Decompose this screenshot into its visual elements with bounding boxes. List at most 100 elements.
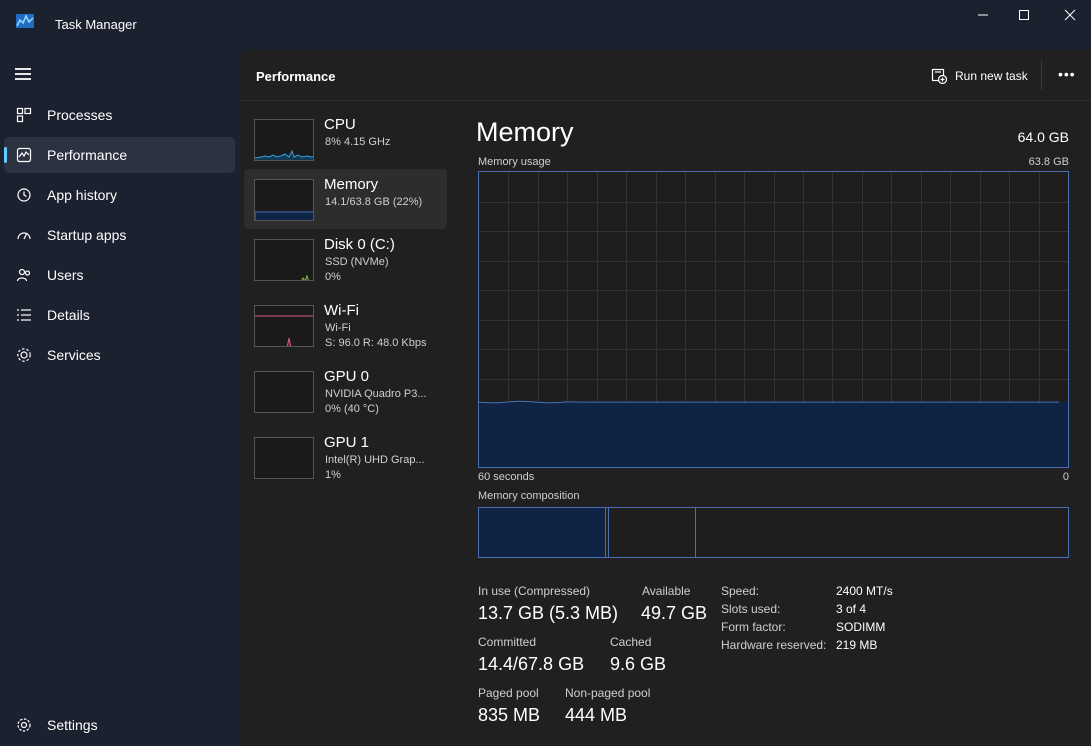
resource-name: Disk 0 (C:) — [324, 236, 395, 253]
nav-item-details[interactable]: Details — [4, 297, 235, 333]
slots-used-value: 3 of 4 — [836, 602, 867, 616]
services-icon — [17, 348, 31, 362]
time-axis-start: 60 seconds — [478, 471, 535, 483]
speed-label: Speed: — [721, 584, 760, 598]
nav-item-performance[interactable]: Performance — [4, 137, 235, 173]
resource-detail: NVIDIA Quadro P3... — [325, 388, 427, 400]
memory-usage-fill — [479, 402, 1068, 467]
form-factor-value: SODIMM — [836, 620, 886, 634]
time-axis-end: 0 — [1062, 471, 1069, 483]
nav-label-app-history: App history — [47, 187, 118, 203]
run-new-task-button[interactable]: Run new task — [931, 64, 1028, 88]
nav-item-startup-apps[interactable]: Startup apps — [4, 217, 235, 253]
resource-item-disk[interactable]: Disk 0 (C:) SSD (NVMe) 0% — [244, 229, 447, 289]
available-value: 49.7 GB — [641, 603, 708, 623]
task-manager-icon — [16, 14, 34, 28]
resource-detail: S: 96.0 R: 48.0 Kbps — [325, 337, 427, 349]
composition-in-use — [479, 508, 606, 557]
resource-detail: 1% — [325, 469, 341, 481]
memory-usage-max: 63.8 GB — [1028, 156, 1069, 168]
processes-icon — [16, 107, 32, 123]
resource-item-cpu[interactable]: CPU 8% 4.15 GHz — [244, 109, 447, 169]
paged-pool-value: 835 MB — [478, 705, 541, 725]
maximize-button[interactable] — [1001, 0, 1047, 30]
committed-label: Committed — [478, 635, 537, 649]
run-new-task-label: Run new task — [955, 69, 1028, 83]
wifi-thumbnail-graph — [254, 305, 314, 347]
resource-item-gpu0[interactable]: GPU 0 NVIDIA Quadro P3... 0% (40 °C) — [244, 361, 447, 421]
available-label: Available — [642, 584, 691, 598]
nav-label-users: Users — [47, 267, 84, 283]
memory-usage-graph — [478, 171, 1069, 468]
cached-label: Cached — [610, 635, 652, 649]
nav-item-users[interactable]: Users — [4, 257, 235, 293]
details-icon — [17, 309, 31, 321]
close-icon — [1064, 9, 1076, 21]
title-bar: Task Manager — [0, 0, 1091, 50]
page-title: Performance — [256, 69, 336, 84]
non-paged-pool-label: Non-paged pool — [565, 686, 651, 700]
window-title: Task Manager — [55, 17, 137, 32]
close-button[interactable] — [1047, 0, 1091, 30]
non-paged-pool-value: 444 MB — [565, 705, 628, 725]
slots-used-label: Slots used: — [721, 602, 781, 616]
resource-detail: 14.1/63.8 GB (22%) — [325, 196, 423, 208]
disk-thumbnail-graph — [254, 239, 314, 281]
committed-value: 14.4/67.8 GB — [478, 654, 585, 674]
resource-name: GPU 1 — [324, 434, 370, 451]
maximize-icon — [1019, 10, 1029, 20]
minimize-button[interactable] — [960, 0, 1006, 30]
resource-name: Wi-Fi — [324, 302, 359, 319]
history-icon — [17, 188, 31, 202]
resource-detail: 0% — [325, 271, 341, 283]
resource-name: Memory — [324, 176, 379, 193]
composition-modified — [607, 508, 609, 557]
nav-label-details: Details — [47, 307, 90, 323]
resource-detail: SSD (NVMe) — [325, 256, 389, 268]
gpu1-thumbnail-graph — [254, 437, 314, 479]
nav-label-services: Services — [47, 347, 101, 363]
resource-item-wifi[interactable]: Wi-Fi Wi-Fi S: 96.0 R: 48.0 Kbps — [244, 295, 447, 355]
nav-item-app-history[interactable]: App history — [4, 177, 235, 213]
memory-composition-label: Memory composition — [478, 490, 580, 502]
navigation-pane: Processes Performance App history Startu… — [0, 50, 240, 746]
memory-thumbnail-graph — [254, 179, 314, 221]
paged-pool-label: Paged pool — [478, 686, 539, 700]
hardware-reserved-value: 219 MB — [836, 638, 878, 652]
panel-header: Performance Run new task ••• — [240, 50, 1091, 101]
resource-detail: Intel(R) UHD Grap... — [325, 454, 425, 466]
resource-item-gpu1[interactable]: GPU 1 Intel(R) UHD Grap... 1% — [244, 427, 447, 487]
nav-item-services[interactable]: Services — [4, 337, 235, 373]
nav-label-performance: Performance — [47, 147, 128, 163]
resource-item-memory[interactable]: Memory 14.1/63.8 GB (22%) — [244, 169, 447, 229]
resource-detail: 0% (40 °C) — [325, 403, 379, 415]
memory-total: 64.0 GB — [1017, 129, 1069, 145]
in-use-value: 13.7 GB (5.3 MB) — [478, 603, 619, 623]
gpu0-thumbnail-graph — [254, 371, 314, 413]
users-icon — [16, 268, 31, 282]
hamburger-menu-icon[interactable] — [15, 68, 31, 80]
more-options-icon[interactable]: ••• — [1058, 66, 1076, 82]
in-use-label: In use (Compressed) — [478, 584, 591, 598]
resource-name: CPU — [324, 116, 356, 133]
resource-name: GPU 0 — [324, 368, 370, 385]
performance-icon — [16, 147, 32, 163]
hardware-reserved-label: Hardware reserved: — [721, 638, 827, 652]
nav-label-startup-apps: Startup apps — [47, 227, 127, 243]
composition-standby — [610, 508, 696, 557]
minimize-icon — [978, 14, 988, 16]
nav-label-processes: Processes — [47, 107, 113, 123]
memory-usage-chart — [478, 172, 1068, 467]
startup-icon — [17, 232, 31, 240]
run-task-icon — [931, 68, 947, 84]
cpu-thumbnail-graph — [254, 119, 314, 161]
memory-usage-label: Memory usage — [478, 156, 551, 168]
memory-composition-bar — [478, 507, 1069, 558]
cached-value: 9.6 GB — [610, 654, 667, 674]
resource-detail: Wi-Fi — [325, 322, 351, 334]
memory-heading: Memory — [476, 117, 574, 147]
nav-item-processes[interactable]: Processes — [4, 97, 235, 133]
header-divider — [1041, 60, 1042, 90]
gear-icon — [17, 718, 31, 732]
nav-item-settings[interactable]: Settings — [4, 707, 235, 743]
